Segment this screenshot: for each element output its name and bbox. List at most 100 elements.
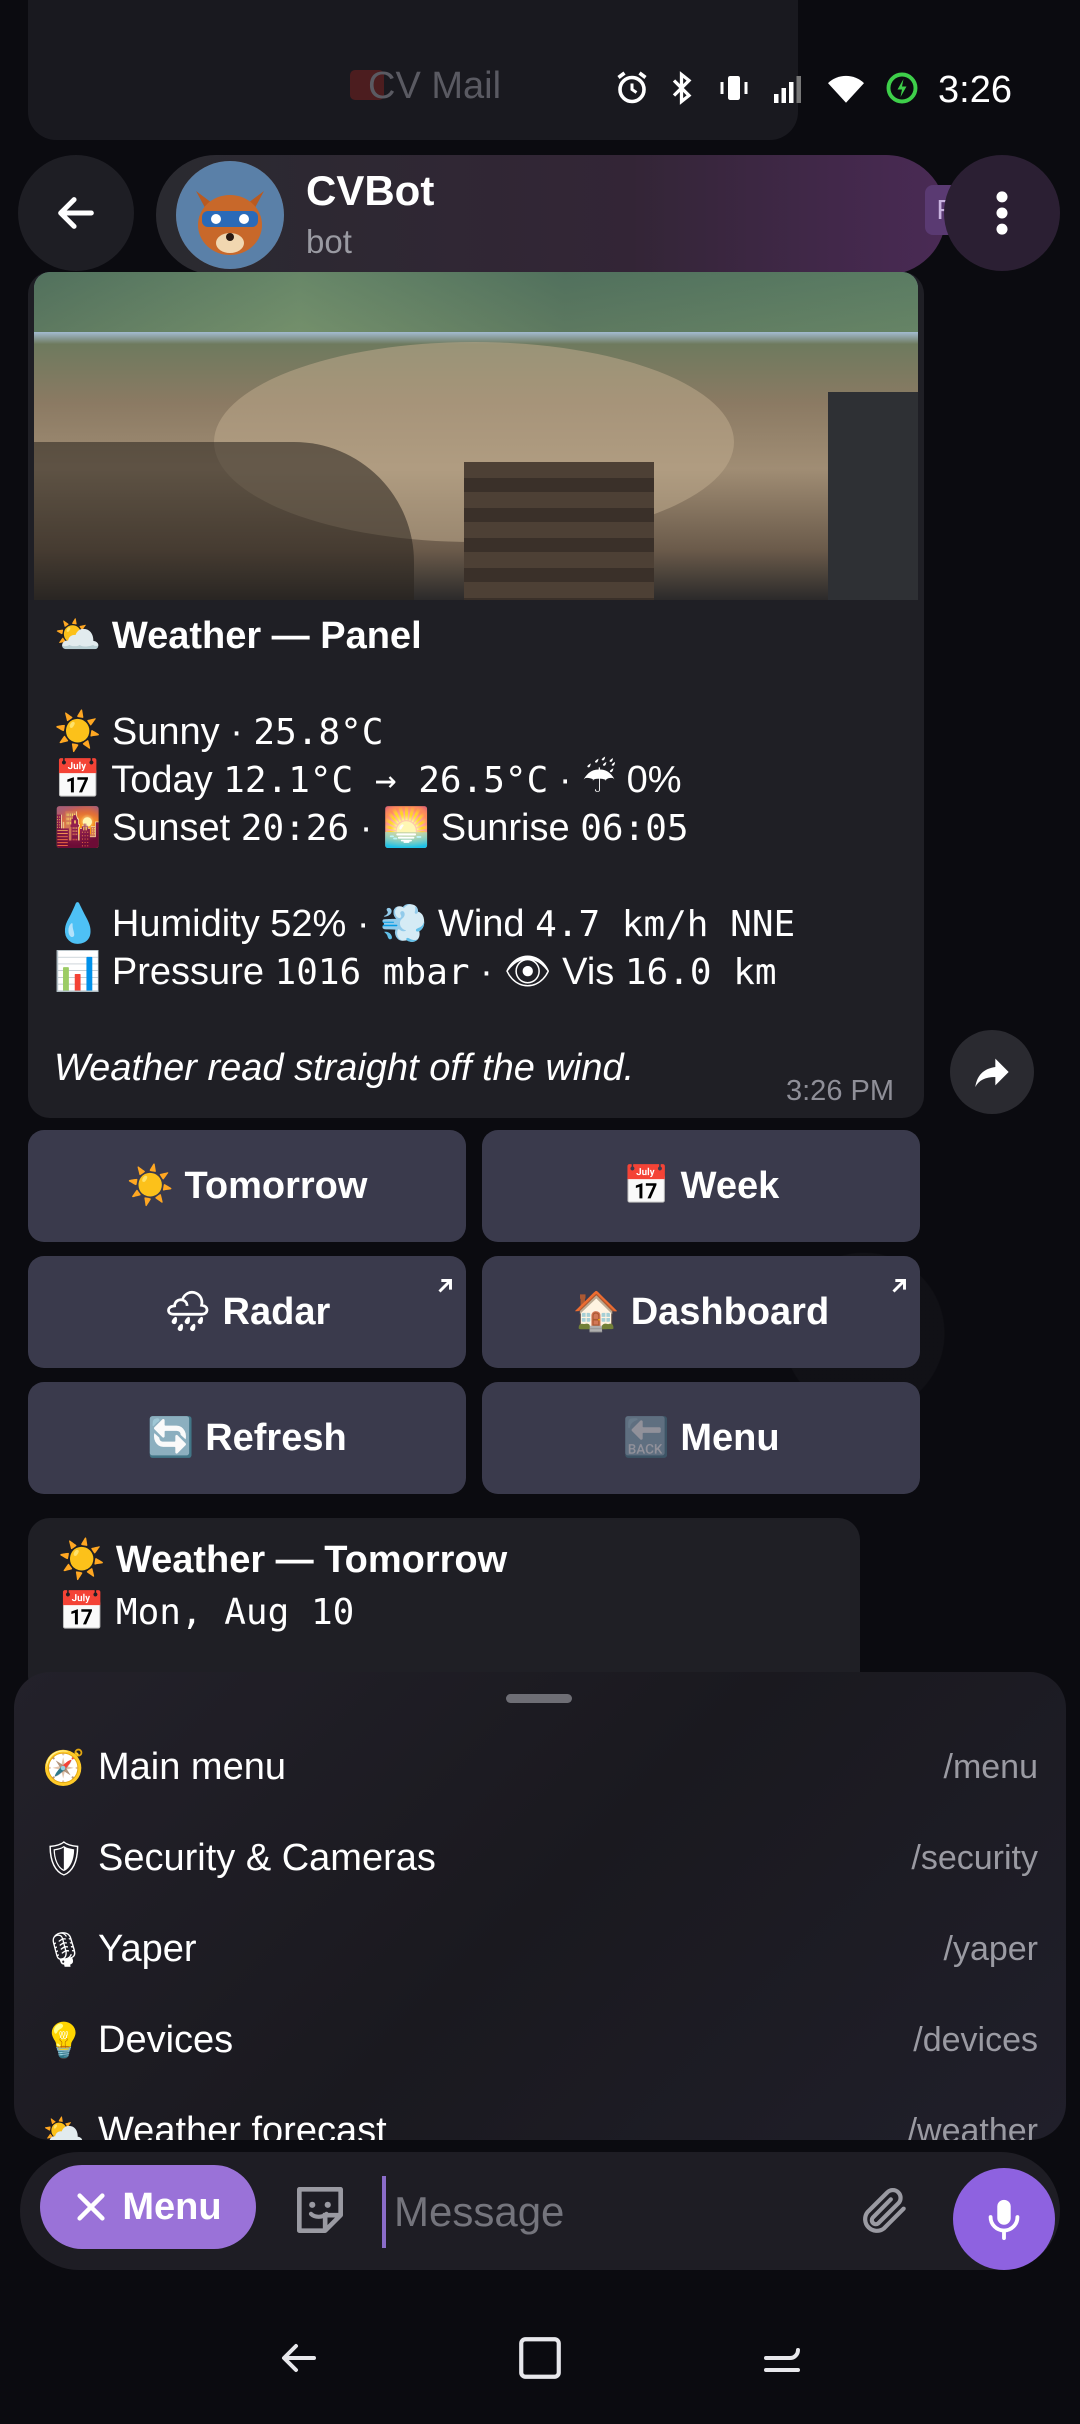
refresh-label: Refresh bbox=[205, 1416, 347, 1459]
external-link-icon bbox=[434, 1264, 456, 1307]
radar-label: Radar bbox=[222, 1290, 331, 1333]
nav-back-icon bbox=[282, 2344, 316, 2372]
bot-status: bot bbox=[306, 223, 352, 260]
condition-text: Sunny · bbox=[111, 711, 254, 753]
more-vertical-icon bbox=[996, 191, 1008, 235]
signal-icon bbox=[770, 70, 808, 111]
week-button[interactable]: 📅 Week bbox=[482, 1130, 920, 1242]
avatar[interactable] bbox=[176, 161, 284, 269]
camera-snapshot-image[interactable] bbox=[34, 272, 918, 600]
clock: 3:26 bbox=[938, 68, 1012, 111]
command-slash: /weather bbox=[907, 2112, 1038, 2140]
command-label: Devices bbox=[98, 2019, 234, 2061]
external-link-icon bbox=[888, 1264, 910, 1307]
bot-menu-label: Menu bbox=[122, 2185, 222, 2228]
rain-cloud-icon: 🌧 bbox=[163, 1291, 212, 1333]
sunrise-label: · 🌅 Sunrise bbox=[349, 807, 581, 849]
dashboard-button[interactable]: 🏠 Dashboard bbox=[482, 1256, 920, 1368]
message-footer: Weather read straight off the wind. bbox=[54, 1047, 635, 1089]
nav-recents-icon bbox=[764, 2348, 800, 2372]
tomorrow-button[interactable]: ☀️ Tomorrow bbox=[28, 1130, 466, 1242]
command-label: Weather forecast bbox=[98, 2110, 387, 2140]
composer: Menu bbox=[0, 2140, 1080, 2290]
sun-icon: ☀️ bbox=[58, 1539, 106, 1581]
calendar-icon: 📅 bbox=[54, 759, 102, 801]
weather-tomorrow-message[interactable]: ☀️ Weather — Tomorrow 📅 Mon, Aug 10 bbox=[28, 1518, 860, 1698]
back-icon: 🔙 bbox=[622, 1417, 670, 1459]
system-icons: 3:26 bbox=[614, 60, 1080, 120]
message-text: ⛅ Weather — Panel ☀️ Sunny · 25.8°C 📅 To… bbox=[54, 612, 914, 1092]
calendar-icon: 📅 bbox=[622, 1165, 671, 1207]
sticker-smile-icon bbox=[297, 2187, 343, 2233]
bot-menu-button[interactable]: Menu bbox=[40, 2165, 256, 2249]
week-label: Week bbox=[680, 1164, 780, 1207]
status-bar: CV Mail 3:26 bbox=[0, 0, 1080, 150]
radar-button[interactable]: 🌧 Radar bbox=[28, 1256, 466, 1368]
nav-back-button[interactable] bbox=[268, 2328, 328, 2388]
forward-button[interactable] bbox=[950, 1030, 1034, 1114]
current-temperature: 25.8°C bbox=[253, 712, 384, 753]
sunset-label: Sunset bbox=[111, 807, 241, 849]
ghost-notification-label: CV Mail bbox=[368, 65, 502, 107]
sunset-icon: 🌇 bbox=[54, 807, 102, 849]
command-slash: /devices bbox=[913, 2021, 1038, 2059]
chart-icon: 📊 bbox=[54, 951, 102, 993]
voice-record-button[interactable] bbox=[953, 2168, 1055, 2270]
calendar-icon: 📅 bbox=[58, 1591, 106, 1633]
sticker-button[interactable] bbox=[288, 2178, 352, 2242]
tomorrow-label: Tomorrow bbox=[184, 1164, 368, 1207]
wifi-icon bbox=[826, 70, 866, 111]
today-range: 12.1°C → 26.5°C bbox=[223, 760, 549, 801]
today-label: Today bbox=[111, 759, 224, 801]
nav-home-button[interactable] bbox=[510, 2328, 570, 2388]
nav-home-icon bbox=[519, 2337, 561, 2379]
command-label: Main menu bbox=[98, 1746, 286, 1788]
command-slash: /menu bbox=[943, 1748, 1039, 1786]
paperclip-icon bbox=[863, 2187, 906, 2233]
refresh-button[interactable]: 🔄 Refresh bbox=[28, 1382, 466, 1494]
precip-chance: · ☔ 0% bbox=[548, 759, 682, 801]
nav-recents-button[interactable] bbox=[752, 2328, 812, 2388]
microphone-icon bbox=[988, 2199, 1020, 2241]
microphone-icon: 🎙 bbox=[42, 1931, 86, 1969]
bot-commands-sheet: 🧭 Main menu /menu 🛡 Security & Cameras /… bbox=[14, 1672, 1066, 2140]
command-label: Security & Cameras bbox=[98, 1837, 436, 1879]
sun-icon: ☀️ bbox=[126, 1165, 174, 1207]
forward-arrow-icon bbox=[975, 1058, 1009, 1087]
menu-keyboard-button[interactable]: 🔙 Menu bbox=[482, 1382, 920, 1494]
weather-panel-message[interactable]: ⛅ Weather — Panel ☀️ Sunny · 25.8°C 📅 To… bbox=[28, 272, 924, 1118]
house-icon: 🏠 bbox=[572, 1291, 621, 1333]
message2-title: Weather — Tomorrow bbox=[115, 1539, 508, 1581]
weather-icon: ⛅ bbox=[42, 2113, 86, 2140]
sunrise-time: 06:05 bbox=[580, 808, 689, 849]
alarm-icon bbox=[614, 70, 650, 111]
more-options-button[interactable] bbox=[944, 155, 1060, 271]
lightbulb-icon: 💡 bbox=[42, 2022, 86, 2060]
message-title: Weather — Panel bbox=[111, 615, 422, 657]
refresh-icon: 🔄 bbox=[147, 1417, 195, 1459]
sunset-time: 20:26 bbox=[240, 808, 350, 849]
attach-button[interactable] bbox=[850, 2176, 920, 2246]
command-label: Yaper bbox=[98, 1928, 197, 1970]
message-input[interactable] bbox=[382, 2176, 866, 2248]
bot-name: CVBot bbox=[306, 167, 435, 214]
command-security[interactable]: 🛡 Security & Cameras /security bbox=[14, 1815, 1066, 1905]
back-button[interactable] bbox=[18, 155, 134, 271]
close-icon bbox=[77, 2193, 105, 2221]
tomorrow-date: Mon, Aug 10 bbox=[115, 1592, 355, 1633]
system-navigation-bar bbox=[0, 2290, 1080, 2424]
sheet-drag-handle[interactable] bbox=[506, 1694, 572, 1703]
chat-title-bar[interactable]: CVBot bot bbox=[156, 155, 946, 275]
visibility-value: 16.0 km bbox=[624, 952, 777, 993]
droplet-icon: 💧 bbox=[54, 903, 102, 945]
command-devices[interactable]: 💡 Devices /devices bbox=[14, 1997, 1066, 2087]
vibrate-icon bbox=[716, 70, 752, 111]
command-slash: /security bbox=[911, 1839, 1038, 1877]
command-main-menu[interactable]: 🧭 Main menu /menu bbox=[14, 1724, 1066, 1814]
compass-icon: 🧭 bbox=[42, 1749, 86, 1787]
command-yaper[interactable]: 🎙 Yaper /yaper bbox=[14, 1906, 1066, 1996]
command-weather[interactable]: ⛅ Weather forecast /weather bbox=[14, 2088, 1066, 2140]
menu-label: Menu bbox=[680, 1416, 780, 1459]
message-input-bar: Menu bbox=[20, 2152, 1060, 2270]
bluetooth-icon bbox=[668, 70, 698, 111]
